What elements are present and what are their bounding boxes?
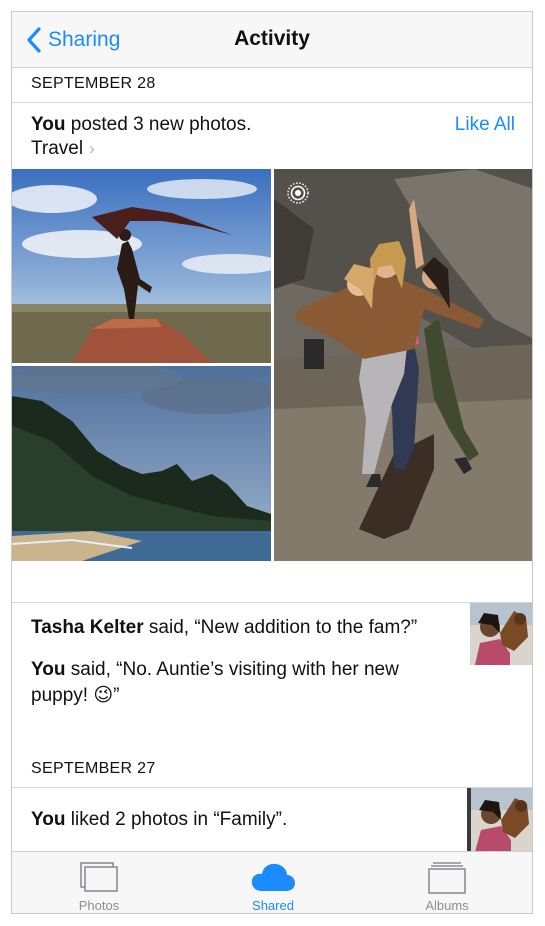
tab-albums[interactable]: Albums <box>360 852 532 913</box>
section-header-date: SEPTEMBER 28 <box>12 68 532 102</box>
tab-photos[interactable]: Photos <box>12 852 186 913</box>
cloud-icon <box>251 863 295 891</box>
photo-image <box>12 169 271 363</box>
live-photo-icon <box>287 182 309 204</box>
photo-desert-dancer[interactable] <box>12 169 271 363</box>
photo-image <box>470 603 532 665</box>
divider <box>12 602 532 603</box>
activity-post-text: You posted 3 new photos. <box>31 114 251 136</box>
tab-label: Photos <box>78 898 120 913</box>
comment-author: Tasha Kelter <box>31 617 144 638</box>
comment-photo-thumbnail[interactable] <box>470 603 532 665</box>
divider <box>12 102 532 103</box>
photo-friends-on-log[interactable] <box>274 169 532 561</box>
like-all-button[interactable]: Like All <box>455 114 515 136</box>
comment-text: said, “New addition to the fam?” <box>143 617 418 638</box>
comment-author: You <box>31 659 66 680</box>
tab-shared[interactable]: Shared <box>186 852 360 913</box>
post-actor: You <box>31 114 66 135</box>
album-name: Travel <box>31 138 84 159</box>
tab-label: Albums <box>425 898 469 913</box>
photos-stack-icon <box>80 862 118 892</box>
chevron-right-icon: › <box>89 139 95 158</box>
photo-mountain-beach[interactable] <box>12 366 271 561</box>
photo-image <box>467 788 532 852</box>
comment-text: said, “No. Auntie’s visiting with her ne… <box>31 659 399 706</box>
post-description: liked 2 photos in “Family”. <box>65 809 288 830</box>
album-link[interactable]: Travel › <box>31 138 95 160</box>
navigation-bar: Sharing Activity <box>12 12 532 68</box>
activity-post-text: You liked 2 photos in “Family”. <box>31 809 287 831</box>
post-actor: You <box>31 809 66 830</box>
divider <box>12 787 532 788</box>
albums-icon <box>428 862 466 894</box>
post-description: posted 3 new photos. <box>65 114 252 135</box>
tab-label: Shared <box>252 898 294 913</box>
liked-photo-thumbnail[interactable] <box>467 788 532 852</box>
app-frame: Sharing Activity SEPTEMBER 28 You posted… <box>11 11 533 914</box>
section-header-date: SEPTEMBER 27 <box>12 752 532 786</box>
photo-image <box>12 366 271 561</box>
comment-item: Tasha Kelter said, “New addition to the … <box>31 615 451 641</box>
photo-image <box>274 169 532 561</box>
comment-item: You said, “No. Auntie’s visiting with he… <box>31 657 451 709</box>
tab-bar: Photos Shared Albums <box>12 851 532 913</box>
page-title: Activity <box>234 27 310 50</box>
